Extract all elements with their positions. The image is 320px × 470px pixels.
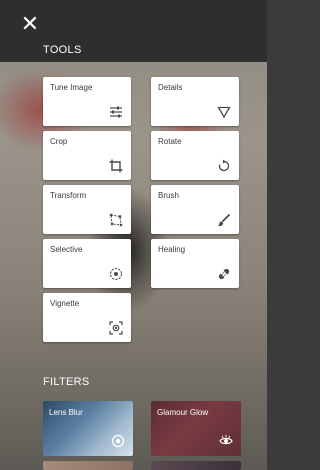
tool-selective[interactable]: Selective [43,239,131,288]
tool-label: Tune Image [50,83,93,92]
tools-section-title: TOOLS [43,44,82,56]
filters-section-title: FILTERS [43,376,90,388]
rotate-icon [217,159,231,173]
photo-backdrop [0,0,267,470]
tool-label: Details [158,83,183,92]
target-icon [111,434,125,448]
tool-label: Selective [50,245,83,254]
tool-label: Rotate [158,137,182,146]
bandage-icon [217,267,231,281]
tool-details[interactable]: Details [151,77,239,126]
tool-healing[interactable]: Healing [151,239,239,288]
triangle-down-icon [217,105,231,119]
selective-icon [109,267,123,281]
filter-label: Lens Blur [49,408,83,417]
tool-crop[interactable]: Crop [43,131,131,180]
tool-brush[interactable]: Brush [151,185,239,234]
filter-tile-partial[interactable] [43,461,133,470]
filter-tile-partial[interactable] [151,461,241,470]
brush-icon [217,213,231,227]
tool-rotate[interactable]: Rotate [151,131,239,180]
tool-transform[interactable]: Transform [43,185,131,234]
vignette-icon [109,321,123,335]
tool-tune-image[interactable]: Tune Image [43,77,131,126]
sliders-icon [109,105,123,119]
eye-icon [219,434,233,448]
transform-icon [109,213,123,227]
crop-icon [109,159,123,173]
close-icon[interactable]: ✕ [18,12,42,36]
filter-glamour-glow[interactable]: Glamour Glow [151,401,241,456]
filter-lens-blur[interactable]: Lens Blur [43,401,133,456]
tool-label: Vignette [50,299,80,308]
filter-label: Glamour Glow [157,408,209,417]
tool-label: Transform [50,191,87,200]
tool-label: Crop [50,137,68,146]
tool-vignette[interactable]: Vignette [43,293,131,342]
tool-label: Brush [158,191,179,200]
tool-label: Healing [158,245,186,254]
